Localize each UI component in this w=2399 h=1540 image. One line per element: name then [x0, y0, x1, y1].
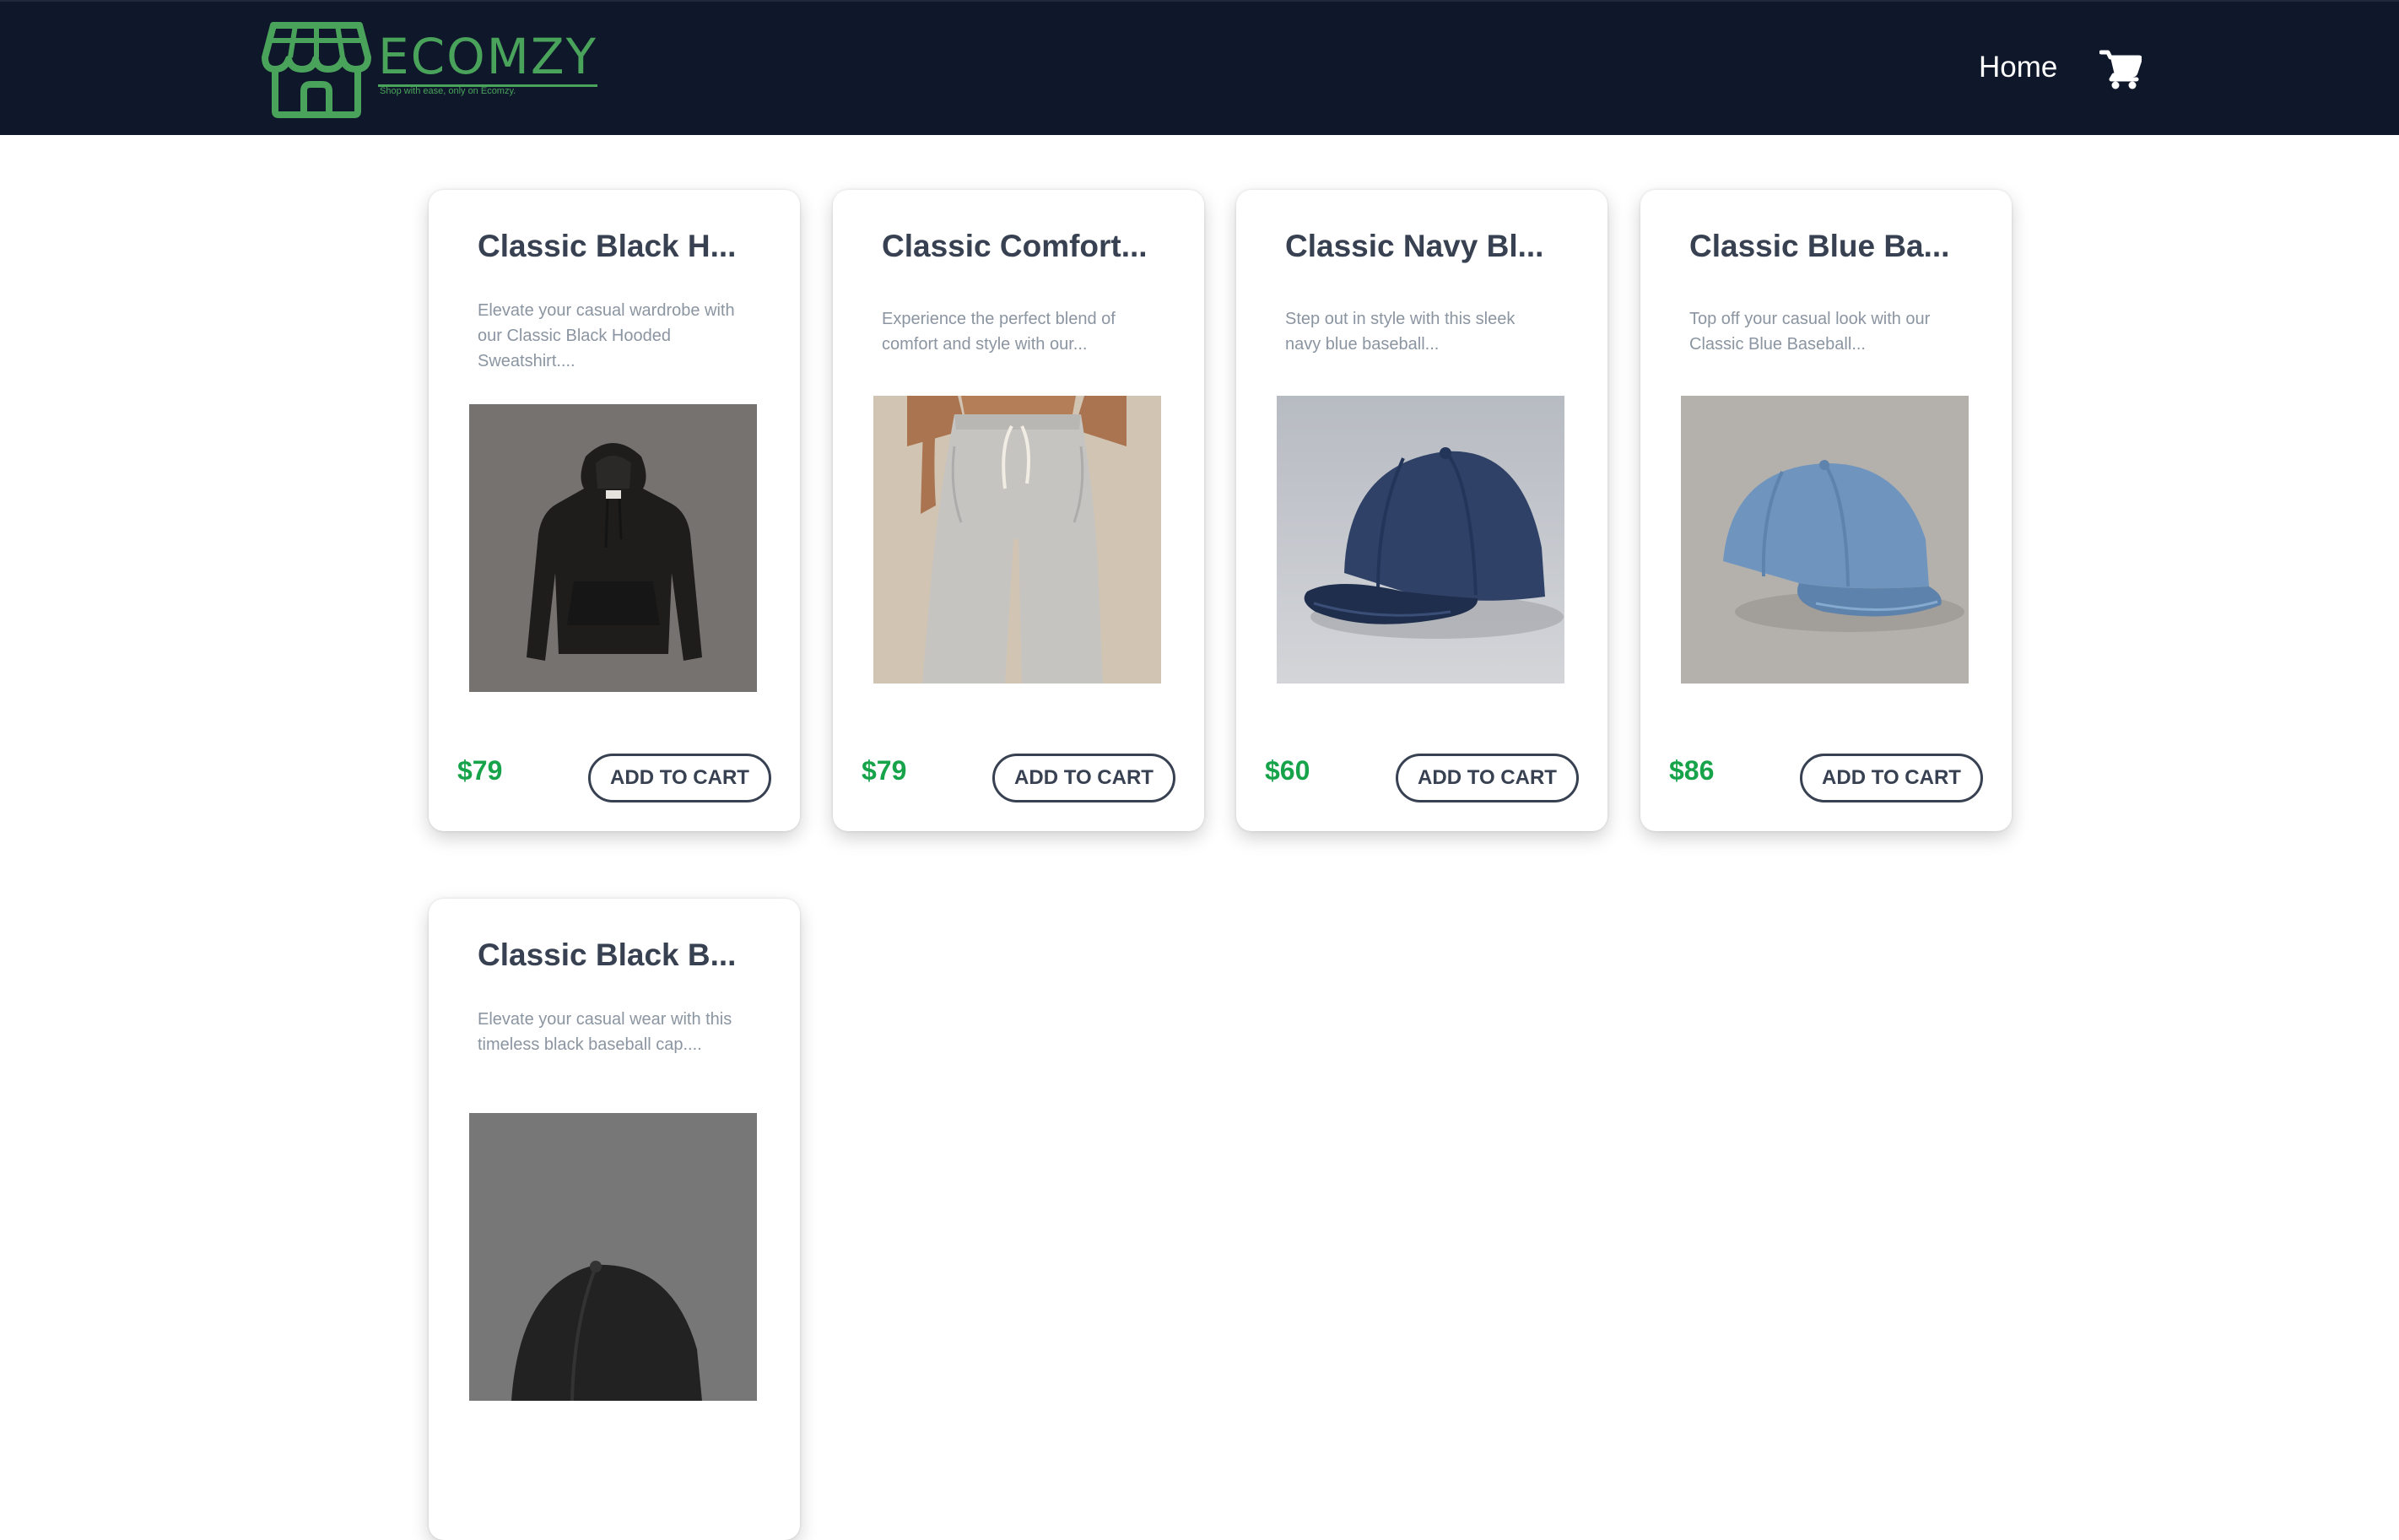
product-card: Classic Navy Bl... Step out in style wit… — [1236, 190, 1607, 831]
brand-name: ECOMZY — [378, 28, 598, 87]
product-price: $86 — [1669, 755, 1715, 786]
product-description: Experience the perfect blend of comfort … — [882, 310, 1116, 354]
add-to-cart-button[interactable]: ADD TO CART — [1800, 754, 1983, 802]
product-image — [873, 396, 1161, 684]
product-title: Classic Navy Bl... — [1285, 229, 1544, 263]
navbar: ECOMZY Shop with ease, only on Ecomzy. H… — [0, 0, 2399, 135]
product-title: Classic Black H... — [478, 229, 737, 263]
product-price: $79 — [457, 755, 503, 786]
product-price: $60 — [1265, 755, 1310, 786]
shopping-cart-icon — [2099, 50, 2142, 89]
product-title: Classic Comfort... — [882, 229, 1148, 263]
product-title: Classic Black B... — [478, 938, 737, 972]
product-description: Top off your casual look with our Classi… — [1689, 310, 1931, 354]
brand-tagline: Shop with ease, only on Ecomzy. — [380, 86, 516, 96]
product-image — [1277, 396, 1564, 684]
navy-baseball-cap-image — [1277, 396, 1564, 684]
grey-joggers-image — [873, 396, 1161, 684]
product-description: Step out in style with this sleek navy b… — [1285, 310, 1516, 354]
product-card: Classic Black H... Elevate your casual w… — [429, 190, 800, 831]
product-image — [469, 404, 757, 692]
ecomzy-logo[interactable]: ECOMZY Shop with ease, only on Ecomzy. — [262, 20, 598, 120]
product-card: Classic Black B... Elevate your casual w… — [429, 899, 800, 1540]
nav-home-link[interactable]: Home — [1979, 51, 2057, 84]
product-card: Classic Blue Ba... Top off your casual l… — [1640, 190, 2012, 831]
product-title: Classic Blue Ba... — [1689, 229, 1950, 263]
product-description: Elevate your casual wear with this timel… — [478, 1010, 732, 1054]
storefront-icon — [262, 22, 371, 118]
cart-button[interactable] — [2099, 49, 2142, 89]
add-to-cart-button[interactable]: ADD TO CART — [992, 754, 1175, 802]
product-image — [1681, 396, 1969, 684]
black-hoodie-image — [469, 404, 757, 692]
product-price: $79 — [862, 755, 907, 786]
add-to-cart-button[interactable]: ADD TO CART — [588, 754, 771, 802]
product-description: Elevate your casual wardrobe with our Cl… — [478, 301, 735, 370]
product-card: Classic Comfort... Experience the perfec… — [833, 190, 1204, 831]
black-baseball-cap-image — [469, 1113, 757, 1401]
add-to-cart-button[interactable]: ADD TO CART — [1396, 754, 1579, 802]
product-image — [469, 1113, 757, 1401]
blue-baseball-cap-image — [1681, 396, 1969, 684]
